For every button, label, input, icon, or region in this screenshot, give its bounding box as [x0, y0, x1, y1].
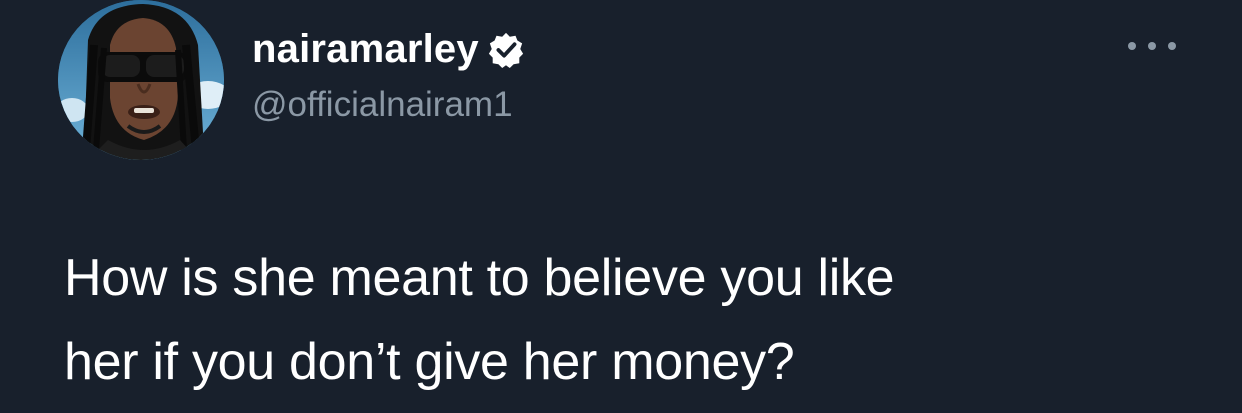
- tweet-text-line: How is she meant to believe you like: [64, 249, 895, 307]
- display-name[interactable]: nairamarley: [252, 24, 479, 74]
- more-options-icon[interactable]: [1128, 36, 1176, 56]
- tweet-card: nairamarley @officialnairam1 How is she …: [0, 0, 1242, 413]
- avatar-illustration: [58, 0, 224, 160]
- verified-badge-icon: [487, 31, 525, 69]
- author-name-row: nairamarley: [252, 24, 525, 74]
- tweet-text-line: her if you don’t give her money?: [64, 333, 795, 391]
- author-handle[interactable]: @officialnairam1: [252, 83, 513, 127]
- avatar[interactable]: [58, 0, 224, 160]
- more-dot: [1148, 42, 1156, 50]
- more-dot: [1128, 42, 1136, 50]
- more-dot: [1168, 42, 1176, 50]
- tweet-text: How is she meant to believe you like her…: [64, 236, 1184, 404]
